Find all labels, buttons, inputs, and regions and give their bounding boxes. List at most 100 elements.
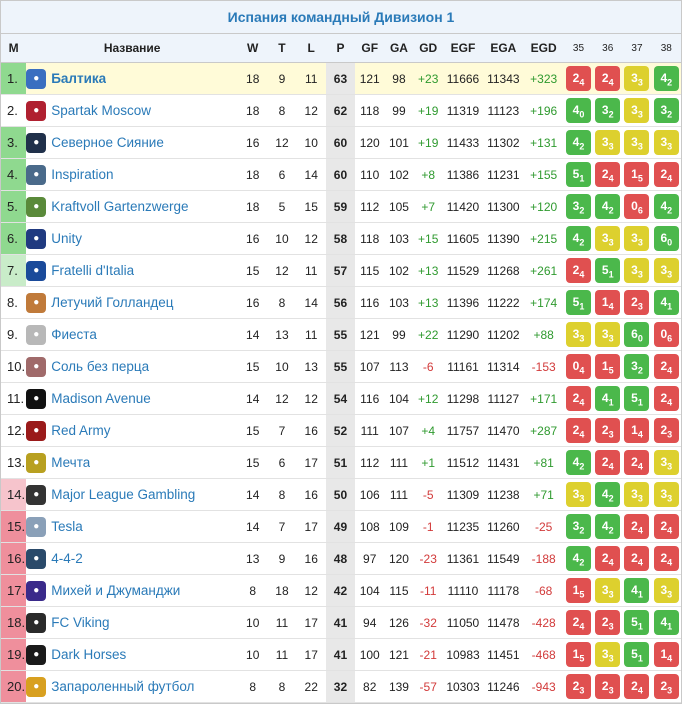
team-logo-icon[interactable]: ● <box>26 324 47 345</box>
table-row[interactable]: 9. ● Фиеста 14 13 11 55 121 99 +22 11290 11202 +88 33… <box>1 318 681 351</box>
match-result-badge[interactable]: 24 <box>624 674 650 699</box>
team-logo-icon[interactable]: ● <box>26 228 47 249</box>
match-result-badge[interactable]: 24 <box>565 258 591 283</box>
match-result-badge[interactable]: 60 <box>653 226 679 251</box>
col-header-round-35[interactable]: 35 <box>563 34 594 63</box>
table-row[interactable]: 17. ● Михей и Джуманджи 8 18 12 42 104 115 -11 111… <box>1 574 681 607</box>
match-result-badge[interactable]: 33 <box>624 98 650 123</box>
match-result-badge[interactable]: 15 <box>565 642 591 667</box>
team-name-link[interactable]: Major League Gambling <box>51 487 195 502</box>
team-logo-icon[interactable]: ● <box>26 580 47 601</box>
team-logo-icon[interactable]: ● <box>26 260 47 281</box>
match-result-badge[interactable]: 42 <box>565 450 591 475</box>
match-result-badge[interactable]: 60 <box>624 322 650 347</box>
match-result-badge[interactable]: 06 <box>653 322 679 347</box>
match-result-badge[interactable]: 24 <box>565 418 591 443</box>
team-name-link[interactable]: 4-4-2 <box>51 551 83 566</box>
match-result-badge[interactable]: 33 <box>653 258 679 283</box>
col-header-egf[interactable]: EGF <box>442 34 484 63</box>
match-result-badge[interactable]: 23 <box>595 674 621 699</box>
match-result-badge[interactable]: 51 <box>624 610 650 635</box>
table-row[interactable]: 16. ● 4-4-2 13 9 16 48 97 120 -23 11361 11549 -188 42… <box>1 542 681 575</box>
col-header-ega[interactable]: EGA <box>483 34 524 63</box>
team-logo-icon[interactable]: ● <box>26 356 47 377</box>
table-row[interactable]: 18. ● FC Viking 10 11 17 41 94 126 -32 11050 11478-… <box>1 606 681 639</box>
col-header-round-37[interactable]: 37 <box>622 34 652 63</box>
team-logo-icon[interactable]: ● <box>26 100 47 121</box>
col-header-points[interactable]: P <box>325 34 356 63</box>
match-result-badge[interactable]: 51 <box>565 162 591 187</box>
match-result-badge[interactable]: 33 <box>565 322 591 347</box>
table-row[interactable]: 1. ● Балтика 18 9 11 63 121 98 +23 11666 11343 +323 2… <box>1 62 681 95</box>
match-result-badge[interactable]: 42 <box>595 482 621 507</box>
team-logo-icon[interactable]: ● <box>26 516 47 537</box>
match-result-badge[interactable]: 23 <box>653 674 679 699</box>
table-row[interactable]: 19. ● Dark Horses 10 11 17 41 100 121 -21 10983 114… <box>1 638 681 671</box>
col-header-gd[interactable]: GD <box>413 34 443 63</box>
team-logo-icon[interactable]: ● <box>26 676 47 697</box>
match-result-badge[interactable]: 42 <box>595 194 621 219</box>
team-name-link[interactable]: Соль без перца <box>51 359 149 374</box>
match-result-badge[interactable]: 33 <box>595 642 621 667</box>
col-header-gf[interactable]: GF <box>355 34 385 63</box>
match-result-badge[interactable]: 42 <box>565 546 591 571</box>
col-header-losses[interactable]: L <box>296 34 326 63</box>
team-logo-icon[interactable]: ● <box>26 452 47 473</box>
match-result-badge[interactable]: 23 <box>624 290 650 315</box>
match-result-badge[interactable]: 33 <box>653 482 679 507</box>
table-row[interactable]: 20. ● Запароленный футбол 8 8 22 32 82 139 -57 103… <box>1 670 681 703</box>
match-result-badge[interactable]: 41 <box>624 578 650 603</box>
match-result-badge[interactable]: 32 <box>624 354 650 379</box>
team-name-link[interactable]: Балтика <box>51 71 106 86</box>
match-result-badge[interactable]: 42 <box>565 130 591 155</box>
match-result-badge[interactable]: 24 <box>565 610 591 635</box>
team-name-link[interactable]: Inspiration <box>51 167 113 182</box>
team-logo-icon[interactable]: ● <box>26 644 47 665</box>
match-result-badge[interactable]: 51 <box>624 386 650 411</box>
match-result-badge[interactable]: 24 <box>624 546 650 571</box>
match-result-badge[interactable]: 24 <box>653 354 679 379</box>
match-result-badge[interactable]: 51 <box>565 290 591 315</box>
match-result-badge[interactable]: 24 <box>624 450 650 475</box>
table-row[interactable]: 10. ● Соль без перца 15 10 13 55 107 113 -6 11161 1… <box>1 350 681 383</box>
team-name-link[interactable]: Летучий Голландец <box>51 295 173 310</box>
match-result-badge[interactable]: 51 <box>624 642 650 667</box>
match-result-badge[interactable]: 24 <box>595 162 621 187</box>
team-name-link[interactable]: Unity <box>51 231 82 246</box>
match-result-badge[interactable]: 24 <box>595 546 621 571</box>
match-result-badge[interactable]: 15 <box>595 354 621 379</box>
table-row[interactable]: 12. ● Red Army 15 7 16 52 111 107 +4 11757 11470 +28… <box>1 414 681 447</box>
col-header-round-36[interactable]: 36 <box>593 34 623 63</box>
team-name-link[interactable]: Tesla <box>51 519 83 534</box>
table-row[interactable]: 6. ● Unity 16 10 12 58 118 103 +15 11605 11390 +215 4… <box>1 222 681 255</box>
table-row[interactable]: 13. ● Мечта 15 6 17 51 112 111 +1 11512 11431 +81 42 2… <box>1 446 681 479</box>
match-result-badge[interactable]: 33 <box>595 578 621 603</box>
match-result-badge[interactable]: 33 <box>653 450 679 475</box>
team-name-link[interactable]: Северное Сияние <box>51 135 164 150</box>
match-result-badge[interactable]: 33 <box>624 258 650 283</box>
team-name-link[interactable]: Фиеста <box>51 327 97 342</box>
team-name-link[interactable]: Spartak Moscow <box>51 103 151 118</box>
table-row[interactable]: 5. ● Kraftvoll Gartenzwerge 18 5 15 59 112 105 +7… <box>1 190 681 223</box>
match-result-badge[interactable]: 33 <box>624 482 650 507</box>
team-name-link[interactable]: Запароленный футбол <box>51 679 194 694</box>
match-result-badge[interactable]: 24 <box>565 386 591 411</box>
col-header-name[interactable]: Название <box>26 34 239 63</box>
table-row[interactable]: 11. ● Madison Avenue 14 12 12 54 116 104 +12 11298… <box>1 382 681 415</box>
team-logo-icon[interactable]: ● <box>26 388 47 409</box>
team-logo-icon[interactable]: ● <box>26 132 47 153</box>
col-header-ga[interactable]: GA <box>384 34 414 63</box>
table-row[interactable]: 4. ● Inspiration 18 6 14 60 110 102 +8 11386 11231 +… <box>1 158 681 191</box>
team-logo-icon[interactable]: ● <box>26 68 47 89</box>
col-header-ties[interactable]: T <box>267 34 297 63</box>
table-row[interactable]: 3. ● Северное Сияние 16 12 10 60 120 101 +19 11433… <box>1 126 681 159</box>
col-header-egd[interactable]: EGD <box>523 34 564 63</box>
team-logo-icon[interactable]: ● <box>26 196 47 217</box>
table-row[interactable]: 14. ● Major League Gambling 14 8 16 50 106 111 -5… <box>1 478 681 511</box>
team-name-link[interactable]: Dark Horses <box>51 647 126 662</box>
match-result-badge[interactable]: 14 <box>653 642 679 667</box>
team-name-link[interactable]: Red Army <box>51 423 110 438</box>
match-result-badge[interactable]: 15 <box>624 162 650 187</box>
match-result-badge[interactable]: 42 <box>565 226 591 251</box>
match-result-badge[interactable]: 33 <box>595 130 621 155</box>
